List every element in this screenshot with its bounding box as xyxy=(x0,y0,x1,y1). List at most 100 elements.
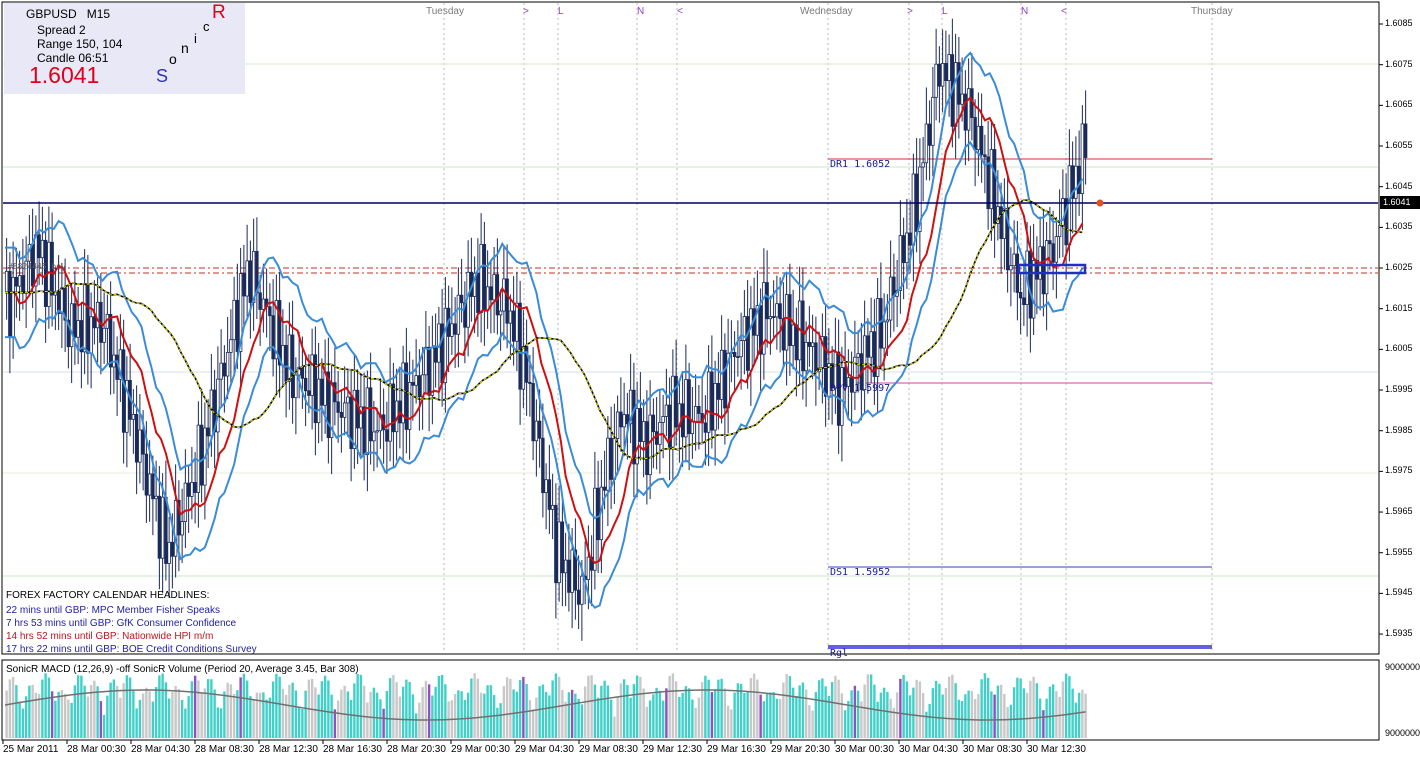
current-price-big: 1.6041 xyxy=(29,62,100,88)
volume-bar xyxy=(294,690,298,738)
candle-body xyxy=(1018,292,1023,299)
candle-body xyxy=(485,286,490,311)
candle-body xyxy=(108,313,113,368)
volume-bar xyxy=(639,676,642,738)
price-tick-label: 1.6015 xyxy=(1385,302,1413,313)
volume-bar xyxy=(691,699,694,738)
volume-bar xyxy=(301,708,304,738)
volume-bar xyxy=(765,693,769,738)
candle-body xyxy=(606,437,610,491)
candle-body xyxy=(342,402,347,418)
volume-bar xyxy=(733,692,736,738)
volume-bar xyxy=(359,674,363,738)
candle-body xyxy=(73,303,77,338)
volume-bar xyxy=(362,685,366,738)
volume-bar xyxy=(223,691,226,738)
volume-bar xyxy=(262,692,265,738)
volume-bar xyxy=(580,704,584,738)
volume-bar xyxy=(853,685,857,738)
candlestick-plot xyxy=(3,18,1378,641)
day-label-tuesday: Tuesday xyxy=(426,6,464,17)
candle-body xyxy=(563,559,568,574)
volume-bar xyxy=(587,675,590,738)
volume-bar xyxy=(993,694,996,738)
volume-bar xyxy=(132,689,135,738)
price-tick-label: 1.6055 xyxy=(1385,140,1413,150)
candle-body xyxy=(807,341,812,347)
volume-bar xyxy=(486,685,489,738)
volume-bar xyxy=(11,677,15,738)
volume-bar xyxy=(135,708,138,738)
volume-bar xyxy=(1029,680,1032,738)
candle-body xyxy=(723,349,727,409)
candle-body xyxy=(885,319,890,323)
volume-bar xyxy=(141,693,145,738)
session-marker: < xyxy=(677,6,683,17)
price-tick-label: 1.5935 xyxy=(1385,628,1413,639)
volume-bar xyxy=(63,693,67,738)
session-marker: N xyxy=(1021,6,1029,17)
candle-body xyxy=(14,276,19,287)
volume-bar xyxy=(15,685,18,738)
volume-bar xyxy=(1045,698,1048,738)
candle-body xyxy=(963,93,968,131)
volume-bar xyxy=(528,700,532,738)
volume-bar xyxy=(743,692,746,738)
candle-body xyxy=(424,346,428,376)
candle-body xyxy=(131,414,136,420)
volume-bar xyxy=(925,711,928,738)
candle-body xyxy=(554,504,558,584)
candle-body xyxy=(37,234,41,259)
candle-body xyxy=(602,486,607,491)
volume-bar xyxy=(928,704,931,738)
sonic-logo-o: o xyxy=(169,51,177,67)
volume-bar xyxy=(505,677,509,738)
order-label: #8824445 buy xyxy=(8,262,66,271)
candle-body xyxy=(388,383,392,442)
volume-bar xyxy=(434,686,437,738)
candle-body xyxy=(193,482,197,493)
candle-body xyxy=(339,411,344,418)
time-tick-label: 30 Mar 04:30 xyxy=(899,744,958,755)
volume-bar xyxy=(791,687,795,738)
candle-body xyxy=(528,381,532,384)
volume-bar xyxy=(1009,704,1013,738)
volume-bar xyxy=(206,679,210,738)
time-tick-label: 28 Mar 00:30 xyxy=(67,744,126,755)
candle-body xyxy=(541,437,545,494)
session-marker: L xyxy=(942,6,948,17)
candle-body xyxy=(407,382,412,430)
volume-bar xyxy=(431,695,434,738)
volume-bar xyxy=(310,678,314,738)
candle-body xyxy=(771,316,776,318)
volume-bar xyxy=(476,678,480,738)
candle-body xyxy=(170,541,175,557)
candle-body xyxy=(937,63,942,87)
current-price-tag: 1.6041 xyxy=(1380,196,1420,209)
volume-bar xyxy=(619,683,623,738)
candle-body xyxy=(768,316,773,320)
candle-body xyxy=(593,487,597,571)
volume-bar xyxy=(843,710,847,738)
candle-body xyxy=(180,521,184,536)
volume-bar xyxy=(518,680,522,738)
volume-bar xyxy=(574,693,577,738)
volume-bar xyxy=(1019,678,1022,738)
candle-body xyxy=(290,334,295,399)
range-label: Range 150, 104 xyxy=(37,37,123,51)
candle-body xyxy=(814,342,818,373)
volume-bar xyxy=(99,701,103,738)
volume-bar xyxy=(850,690,853,738)
volume-bar xyxy=(18,701,21,738)
volume-bar xyxy=(353,683,356,738)
volume-bar xyxy=(782,682,785,738)
volume-bar xyxy=(297,706,301,738)
volume-bar xyxy=(830,682,834,738)
candle-body xyxy=(8,270,12,338)
volume-bar xyxy=(674,681,678,738)
candle-body xyxy=(999,206,1003,239)
volume-bar xyxy=(414,713,418,738)
volume-bar xyxy=(242,673,246,738)
volume-bar xyxy=(1035,683,1039,738)
volume-bar xyxy=(905,681,909,738)
